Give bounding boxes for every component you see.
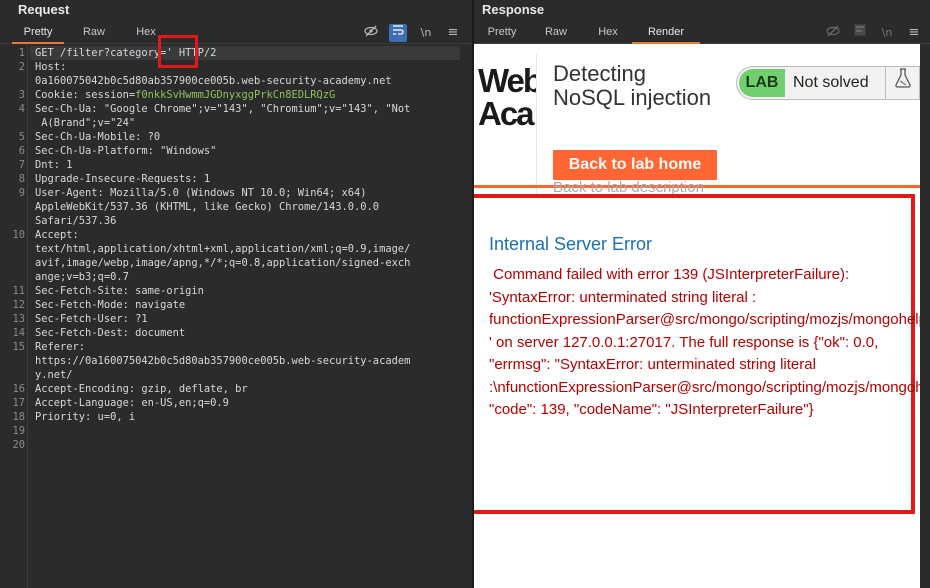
line-number: 10 <box>12 229 25 241</box>
request-line[interactable]: y.net/ <box>35 368 459 382</box>
response-tab-pretty[interactable]: Pretty <box>478 22 526 44</box>
injection-highlight-box <box>158 35 198 68</box>
logo-line-2: Aca <box>478 95 535 132</box>
request-line[interactable]: Safari/537.36 <box>35 214 459 228</box>
request-line[interactable]: Priority: u=0, i <box>35 410 459 424</box>
request-line[interactable]: GET /filter?category=' HTTP/2 <box>35 46 459 60</box>
request-line[interactable]: Accept-Encoding: gzip, deflate, br <box>35 382 459 396</box>
request-line[interactable]: Referer: <box>35 340 459 354</box>
line-number: 20 <box>12 439 25 451</box>
request-line[interactable]: Accept: <box>35 228 459 242</box>
newline-icon[interactable]: \n <box>878 24 896 42</box>
request-line[interactable]: Sec-Fetch-User: ?1 <box>35 312 459 326</box>
line-number: 11 <box>12 285 25 297</box>
line-number: 15 <box>12 341 25 353</box>
request-line[interactable]: Sec-Fetch-Site: same-origin <box>35 284 459 298</box>
lab-label: LAB <box>739 69 785 97</box>
request-tab-raw[interactable]: Raw <box>72 22 116 44</box>
eye-off-icon[interactable] <box>362 24 380 42</box>
request-title: Request <box>18 2 70 17</box>
wrap-icon[interactable] <box>389 24 407 42</box>
line-number: 5 <box>18 131 25 143</box>
line-number: 16 <box>12 383 25 395</box>
request-line[interactable]: Sec-Fetch-Dest: document <box>35 326 459 340</box>
response-title: Response <box>482 2 545 17</box>
newline-icon[interactable]: \n <box>417 24 435 42</box>
line-number: 4 <box>18 103 25 115</box>
lab-status-badge: LAB Not solved <box>736 66 920 100</box>
request-line[interactable]: Sec-Ch-Ua-Mobile: ?0 <box>35 130 459 144</box>
request-line[interactable]: Sec-Ch-Ua: "Google Chrome";v="143", "Chr… <box>35 102 459 116</box>
line-number: 14 <box>12 327 25 339</box>
error-highlight-box: Internal Server Error Command failed wit… <box>474 194 920 514</box>
menu-icon[interactable]: ≡ <box>444 24 462 42</box>
request-scrollbar[interactable] <box>460 44 472 588</box>
line-number: 1 <box>18 47 25 59</box>
request-line[interactable]: Upgrade-Insecure-Requests: 1 <box>35 172 459 186</box>
request-line[interactable]: A(Brand";v="24" <box>35 116 459 130</box>
request-line[interactable]: AppleWebKit/537.36 (KHTML, like Gecko) C… <box>35 200 459 214</box>
lab-status: Not solved <box>793 74 869 91</box>
line-number: 7 <box>18 159 25 171</box>
request-line[interactable]: Accept-Language: en-US,en;q=0.9 <box>35 396 459 410</box>
response-pane: Response Pretty Raw Hex Render \n ≡ Web … <box>474 0 930 588</box>
response-tab-raw[interactable]: Raw <box>536 22 576 44</box>
request-line[interactable]: text/html,application/xhtml+xml,applicat… <box>35 242 459 256</box>
line-number: 6 <box>18 145 25 157</box>
logo-line-1: Web <box>478 62 543 99</box>
request-line[interactable]: Sec-Fetch-Mode: navigate <box>35 298 459 312</box>
line-number: 2 <box>18 61 25 73</box>
request-line[interactable]: Host: <box>35 60 459 74</box>
request-editor[interactable]: 1 GET /filter?category=' HTTP/2 2 Host: 0a16… <box>0 44 472 588</box>
request-pane: Request Pretty Raw Hex \n ≡ 1 GET /filter… <box>0 0 472 588</box>
lab-title: Detecting NoSQL injection <box>553 61 712 110</box>
error-message: Command failed with error 139 (JSInterpr… <box>489 266 920 418</box>
request-line[interactable]: 0a160075042b0c5d80ab357900ce005b.web-sec… <box>35 74 459 88</box>
request-line[interactable]: Cookie: session=f0nkkSvHwmmJGDnyxggPrkCn… <box>35 88 459 102</box>
line-number: 12 <box>12 299 25 311</box>
line-number: 18 <box>12 411 25 423</box>
error-title: Internal Server Error <box>489 234 653 254</box>
request-tab-pretty[interactable]: Pretty <box>12 22 64 44</box>
response-tab-render[interactable]: Render <box>632 22 700 44</box>
line-number: 3 <box>18 89 25 101</box>
line-number: 8 <box>18 173 25 185</box>
request-line[interactable]: Sec-Ch-Ua-Platform: "Windows" <box>35 144 459 158</box>
rendered-response: Web Aca Detecting NoSQL injection LAB No… <box>474 44 920 588</box>
wrap-icon[interactable] <box>851 24 869 42</box>
response-tab-hex[interactable]: Hex <box>588 22 628 44</box>
menu-icon[interactable]: ≡ <box>905 24 923 42</box>
request-line[interactable]: avif,image/webp,image/apng,*/*;q=0.8,app… <box>35 256 459 270</box>
response-scrollbar[interactable] <box>920 44 930 588</box>
line-number: 13 <box>12 313 25 325</box>
line-number: 9 <box>18 187 25 199</box>
eye-off-icon[interactable] <box>824 24 842 42</box>
line-number: 19 <box>12 425 25 437</box>
request-line[interactable]: User-Agent: Mozilla/5.0 (Windows NT 10.0… <box>35 186 459 200</box>
back-to-lab-home-button[interactable]: Back to lab home <box>553 150 717 180</box>
flask-icon <box>885 67 919 99</box>
request-line[interactable]: Dnt: 1 <box>35 158 459 172</box>
line-number: 17 <box>12 397 25 409</box>
request-line[interactable]: ange;v=b3;q=0.7 <box>35 270 459 284</box>
academy-logo: Web Aca <box>478 62 543 132</box>
request-line[interactable]: https://0a160075042b0c5d80ab357900ce005b… <box>35 354 459 368</box>
